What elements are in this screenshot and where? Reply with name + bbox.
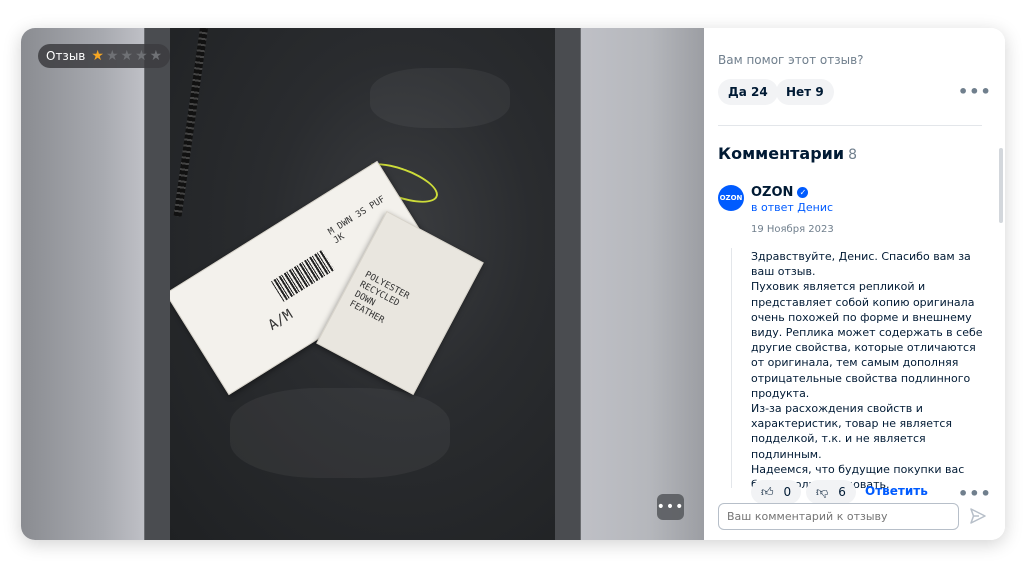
fabric-fold — [230, 388, 450, 478]
comment-text: Здравствуйте, Денис. Спасибо вам за ваш … — [751, 249, 987, 492]
thumbs-up-icon: 👍︎ — [761, 484, 774, 499]
star-icon: ★ — [149, 48, 163, 64]
star-icon: ★ — [91, 48, 104, 64]
review-media: M DWN 3S PUF JK A/M POLYESTER RECYCLED DOW… — [21, 28, 704, 540]
review-modal: M DWN 3S PUF JK A/M POLYESTER RECYCLED DOW… — [21, 28, 1005, 540]
comments-panel: Вам помог этот отзыв? Да 24 Нет 9 ••• Ко… — [704, 28, 1005, 540]
star-icon: ★ — [120, 48, 134, 64]
review-photo[interactable]: M DWN 3S PUF JK A/M POLYESTER RECYCLED DOW… — [170, 28, 555, 540]
comments-title: Комментарии — [718, 144, 845, 163]
comments-heading: Комментарии 8 — [718, 144, 857, 163]
like-button[interactable]: 👍︎ 0 — [751, 480, 802, 504]
author-name: OZON — [751, 185, 794, 200]
review-rating-badge: Отзыв ★ ★ ★ ★ ★ — [38, 44, 171, 68]
like-count: 0 — [783, 485, 792, 499]
comment-input[interactable] — [718, 503, 959, 530]
comment-paragraph: Пуховик является репликой и представляет… — [751, 280, 983, 400]
comment-author[interactable]: OZON ✓ — [751, 185, 809, 200]
verified-check-icon: ✓ — [797, 187, 809, 198]
care-text: POLYESTER RECYCLED DOWN FEATHER — [347, 269, 411, 326]
review-more-icon[interactable]: ••• — [958, 82, 992, 101]
author-avatar[interactable]: OZON — [718, 185, 744, 211]
helpful-yes-button[interactable]: Да 24 — [718, 79, 778, 105]
send-icon[interactable] — [969, 507, 987, 525]
rating-stars: ★ ★ ★ ★ ★ — [91, 49, 162, 63]
reply-button[interactable]: Ответить — [865, 484, 928, 498]
star-icon: ★ — [105, 48, 119, 64]
reply-to-link[interactable]: в ответ Денис — [751, 201, 833, 214]
review-badge-label: Отзыв — [46, 49, 86, 63]
divider — [718, 125, 982, 126]
helpful-question: Вам помог этот отзыв? — [718, 53, 864, 67]
helpful-no-button[interactable]: Нет 9 — [776, 79, 834, 105]
dislike-button[interactable]: 👎︎ 6 — [806, 480, 856, 504]
dislike-count: 6 — [838, 485, 846, 499]
star-icon: ★ — [135, 48, 148, 64]
comments-count: 8 — [848, 147, 857, 163]
comment-paragraph: Здравствуйте, Денис. Спасибо вам за ваш … — [751, 250, 971, 279]
comment-more-icon[interactable]: ••• — [958, 484, 992, 503]
fabric-fold — [370, 68, 510, 128]
comment-paragraph: Из-за расхождения свойств и характеристи… — [751, 402, 953, 461]
jacket-zipper — [173, 28, 208, 217]
tag-size: A/M — [265, 306, 296, 334]
thumbs-down-icon: 👎︎ — [816, 484, 829, 499]
scrollbar[interactable] — [999, 148, 1003, 223]
comment-input-row — [718, 503, 1005, 540]
thread-line — [731, 248, 732, 488]
barcode — [270, 249, 335, 302]
media-more-button[interactable]: ••• — [657, 494, 684, 520]
comment-date: 19 Ноября 2023 — [751, 224, 834, 235]
